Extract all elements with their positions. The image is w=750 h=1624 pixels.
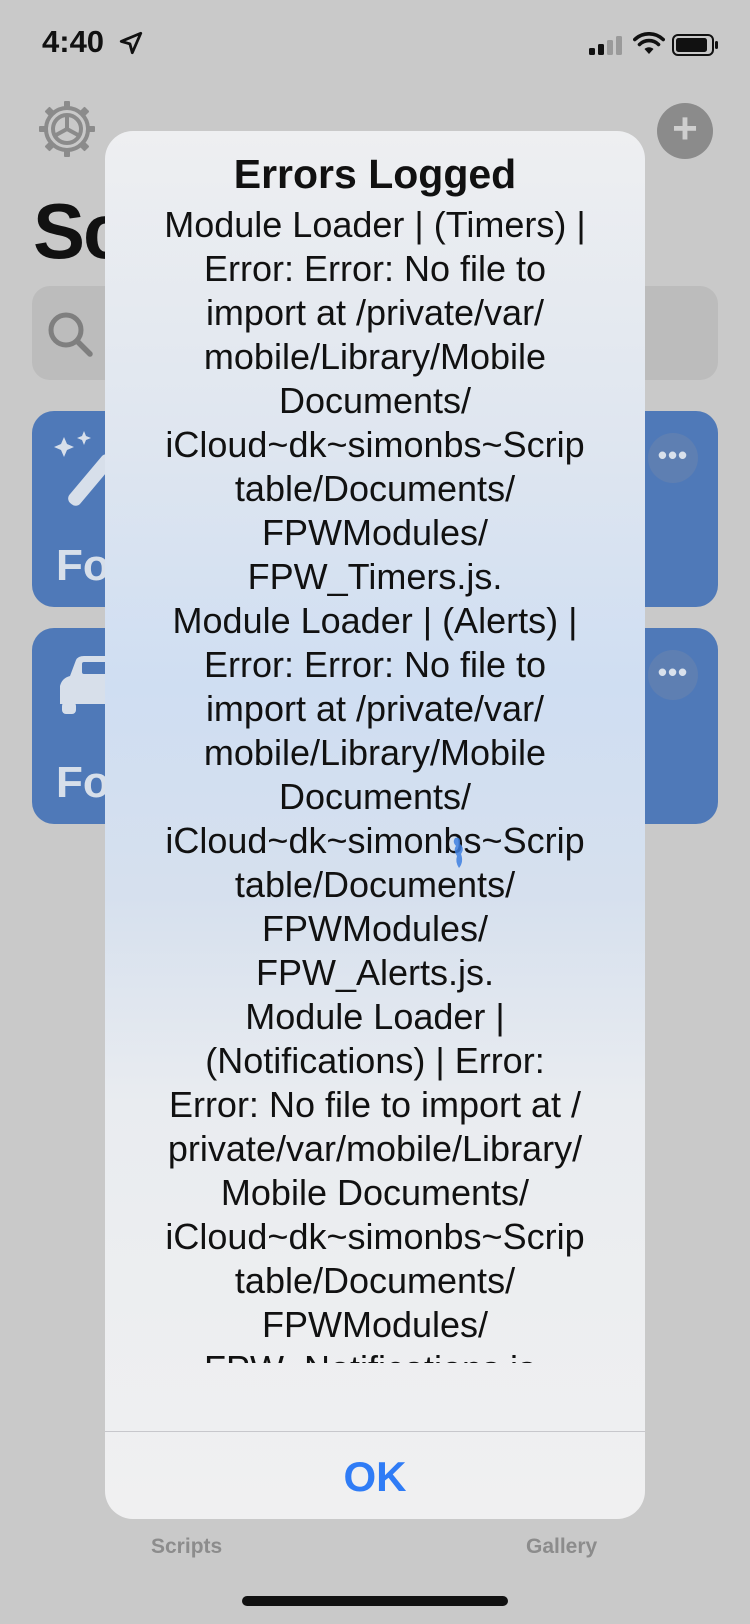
gear-icon[interactable]	[36, 98, 98, 160]
ellipsis-icon: •••	[657, 657, 689, 687]
battery-icon	[672, 34, 718, 56]
status-bar: 4:40	[0, 0, 750, 90]
touch-indicator-mark	[453, 837, 463, 868]
card-title: Fo	[56, 541, 110, 590]
tab-gallery[interactable]: Gallery	[526, 1535, 597, 1559]
alert-message-scroll[interactable]: Module Loader | (Timers) | Error: Error:…	[105, 203, 645, 1363]
cellular-signal-icon	[589, 36, 622, 55]
ellipsis-icon: •••	[657, 440, 689, 470]
home-indicator[interactable]	[242, 1596, 508, 1606]
plus-icon: +	[672, 104, 698, 153]
alert-dialog: Errors Logged Module Loader | (Timers) |…	[105, 131, 645, 1519]
more-options-button[interactable]: •••	[648, 650, 698, 700]
status-time: 4:40	[42, 24, 105, 59]
add-script-button[interactable]: +	[657, 103, 713, 159]
more-options-button[interactable]: •••	[648, 433, 698, 483]
search-icon	[48, 312, 93, 357]
alert-message: Module Loader | (Timers) | Error: Error:…	[164, 204, 586, 1363]
card-title: Fo	[56, 758, 110, 807]
alert-title: Errors Logged	[233, 151, 517, 197]
tab-scripts[interactable]: Scripts	[151, 1535, 222, 1559]
wifi-icon	[633, 32, 665, 54]
location-arrow-icon	[119, 31, 143, 55]
ok-button[interactable]: OK	[105, 1432, 645, 1519]
